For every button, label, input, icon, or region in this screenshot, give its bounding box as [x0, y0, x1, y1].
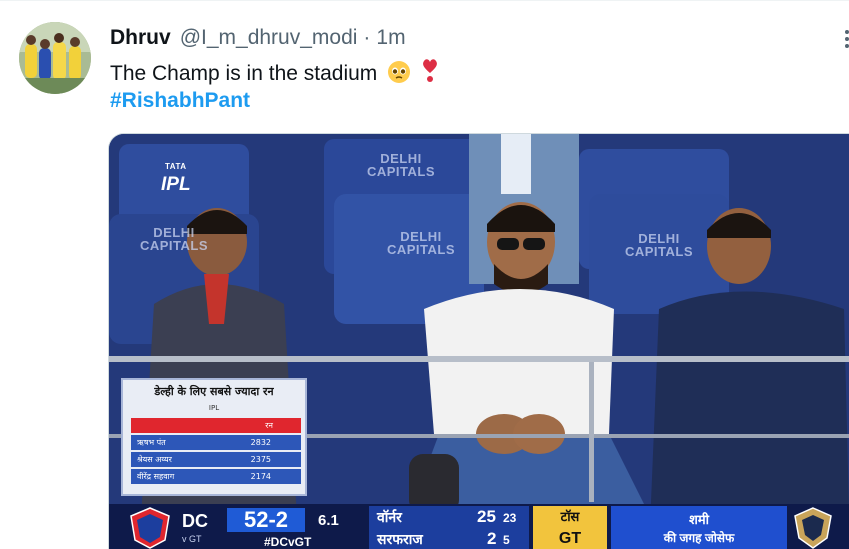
- seat-sign: DELHI CAPITALS: [386, 229, 456, 257]
- stats-card: डेल्ही के लिए सबसे ज्यादा रन IPL रन ऋषभ …: [121, 378, 307, 496]
- hashtag-link[interactable]: #RishabhPant: [110, 88, 250, 114]
- tweet-body: The Champ is in the stadium: [110, 62, 378, 85]
- batter-runs: 25: [477, 507, 496, 526]
- dc-emblem-icon: [130, 507, 170, 549]
- more-options-icon[interactable]: [835, 28, 849, 48]
- stats-title: डेल्ही के लिए सबसे ज्यादा रन: [154, 385, 274, 398]
- overs: 6.1: [318, 512, 339, 529]
- batter-runs: 2: [487, 529, 497, 548]
- seat-sign: DELHI CAPITALS: [624, 231, 694, 259]
- separator-dot: ·: [363, 26, 371, 49]
- avatar[interactable]: [19, 22, 91, 94]
- toss-team: GT: [533, 528, 607, 549]
- batter-balls: 5: [503, 533, 510, 547]
- batter-name: वॉर्नर: [377, 509, 402, 525]
- top-divider: [0, 0, 849, 1]
- seat-sign: DELHI CAPITALS: [366, 151, 436, 179]
- timestamp[interactable]: 1m: [376, 26, 405, 50]
- team-code: DC: [182, 511, 208, 531]
- tweet-header: Dhruv @I_m_dhruv_modi · 1m: [110, 26, 406, 50]
- pleading-face-icon: [387, 60, 411, 91]
- author-handle[interactable]: @I_m_dhruv_modi: [180, 26, 358, 50]
- tweet-media-photo[interactable]: DELHI CAPITALS DELHI CAPITALS DELHI CAPI…: [108, 133, 849, 549]
- heart-exclamation-icon: [421, 58, 439, 91]
- score: 52-2: [227, 508, 305, 532]
- author-name[interactable]: Dhruv: [110, 26, 171, 50]
- seat-sign: DELHI CAPITALS: [139, 225, 209, 253]
- stats-row: श्रेयस अय्यर 2375: [131, 452, 301, 467]
- gt-emblem-icon: [794, 507, 832, 549]
- stats-subtitle: IPL: [208, 404, 220, 412]
- stats-header: रन: [131, 418, 301, 433]
- match-hashtag: #DCvGT: [264, 535, 312, 549]
- stats-row: वीरेंद्र सहवाग 2174: [131, 469, 301, 484]
- tweet-text: The Champ is in the stadium: [110, 58, 439, 91]
- batter-name: सरफराज: [377, 531, 423, 547]
- batter-balls: 23: [503, 511, 517, 525]
- message-line: शमी: [689, 512, 709, 527]
- scorebar: DC v GT 52-2 6.1 #DCvGT वॉर्नर 25 23 सरफ…: [109, 504, 849, 549]
- ipl-logo: TATA IPL: [161, 162, 191, 195]
- message-line: की जगह जोसेफ: [663, 531, 735, 545]
- stats-row: ऋषभ पंत 2832: [131, 435, 301, 450]
- opponent: v GT: [182, 534, 202, 544]
- toss-label: टॉस: [533, 506, 607, 528]
